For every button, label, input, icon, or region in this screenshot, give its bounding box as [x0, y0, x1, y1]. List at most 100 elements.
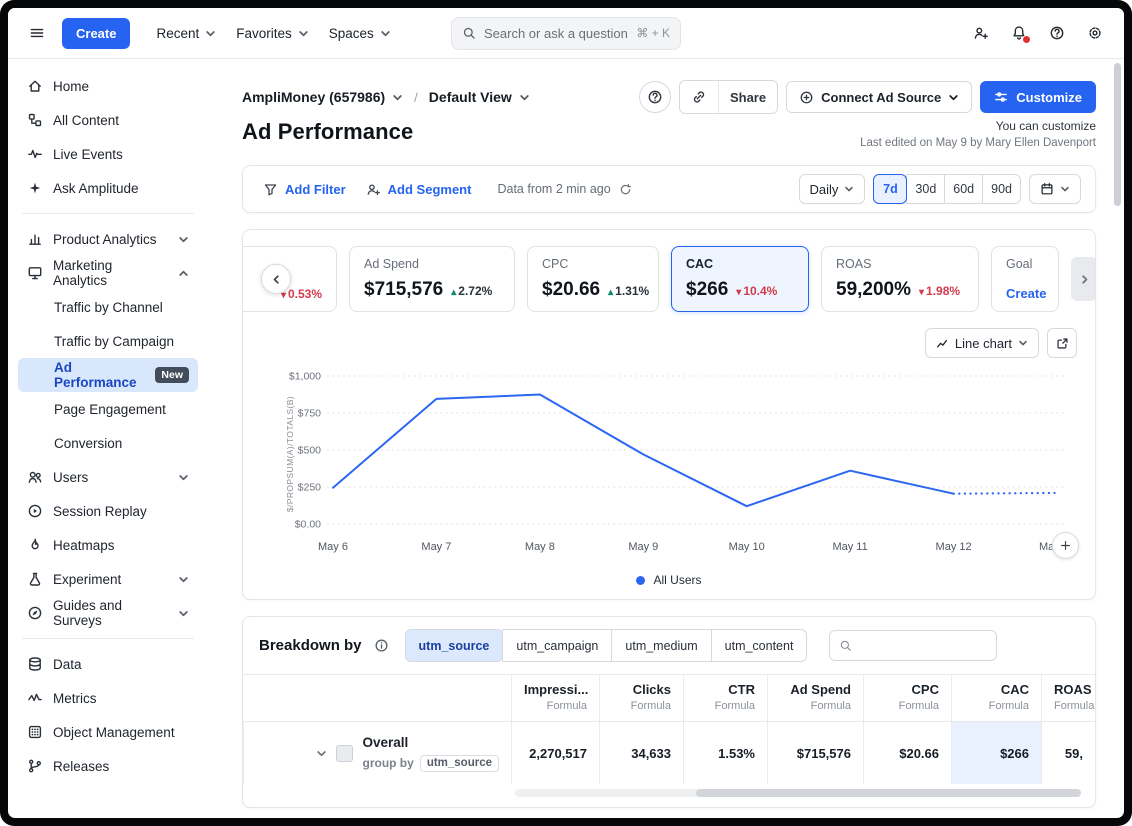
sidebar-item-home[interactable]: Home	[18, 69, 198, 103]
sidebar-item-live-events[interactable]: Live Events	[18, 137, 198, 171]
sidebar-item-guides-and-surveys[interactable]: Guides and Surveys	[18, 596, 198, 630]
table-row-label[interactable]: Overall group by utm_source	[243, 722, 511, 784]
sidebar-item-ad-performance[interactable]: Ad Performance New	[18, 358, 198, 392]
sidebar-item-releases[interactable]: Releases	[18, 749, 198, 783]
menu-favorites[interactable]: Favorites	[226, 20, 319, 47]
help-button[interactable]	[1042, 18, 1072, 48]
sidebar-item-experiment[interactable]: Experiment	[18, 562, 198, 596]
metric-card-goal[interactable]: Goal Create	[991, 246, 1059, 312]
cell-impressions[interactable]: 2,270,517	[511, 722, 599, 784]
metric-card-cac[interactable]: CAC $266 ▾10.4%	[671, 246, 809, 312]
sidebar-item-object-management[interactable]: Object Management	[18, 715, 198, 749]
line-chart[interactable]: $/PROPSUM(A)/TOTALS(B) $1,000 $750 $500 …	[261, 362, 1077, 567]
sidebar-item-product-analytics[interactable]: Product Analytics	[18, 222, 198, 256]
goal-create-link[interactable]: Create	[1006, 286, 1044, 301]
horizontal-scrollbar-thumb[interactable]	[696, 789, 1081, 797]
connect-ad-source-button[interactable]: Connect Ad Source	[786, 81, 972, 113]
customize-hint: You can customize	[860, 119, 1096, 133]
cell-roas[interactable]: 59,	[1041, 722, 1095, 784]
range-60d-button[interactable]: 60d	[944, 174, 983, 204]
sidebar-item-heatmaps[interactable]: Heatmaps	[18, 528, 198, 562]
column-header-clicks[interactable]: ClicksFormula	[599, 675, 683, 722]
sidebar-item-label: Conversion	[54, 436, 122, 451]
range-30d-button[interactable]: 30d	[906, 174, 945, 204]
cell-cac[interactable]: $266	[951, 722, 1041, 784]
column-header-ad-spend[interactable]: Ad SpendFormula	[767, 675, 863, 722]
metric-card-ad-spend[interactable]: Ad Spend $715,576 ▴2.72%	[349, 246, 515, 312]
chevron-up-icon	[178, 268, 189, 279]
global-search-input[interactable]: Search or ask a question ⌘ + K	[451, 17, 681, 50]
sidebar-item-metrics[interactable]: Metrics	[18, 681, 198, 715]
metric-card-cpc[interactable]: CPC $20.66 ▴1.31%	[527, 246, 659, 312]
share-button[interactable]: Share	[719, 81, 777, 113]
horizontal-scrollbar[interactable]	[515, 789, 1081, 797]
share-group: Share	[679, 80, 778, 114]
copy-link-button[interactable]	[680, 81, 718, 113]
menu-recent[interactable]: Recent	[146, 20, 226, 47]
page-help-button[interactable]	[639, 81, 671, 113]
cell-clicks[interactable]: 34,633	[599, 722, 683, 784]
chart-type-select[interactable]: Line chart	[925, 328, 1039, 358]
row-checkbox[interactable]	[336, 745, 353, 762]
tab-utm-medium[interactable]: utm_medium	[611, 629, 711, 662]
breakdown-search[interactable]	[829, 630, 997, 661]
view-selector[interactable]: Default View	[429, 89, 530, 105]
column-header-roas[interactable]: ROASFormula	[1041, 675, 1095, 722]
add-segment-label: Add Segment	[388, 182, 472, 197]
add-segment-button[interactable]: Add Segment	[360, 182, 478, 197]
cards-scroll-right-button[interactable]	[1071, 257, 1096, 301]
invite-user-button[interactable]	[966, 18, 996, 48]
column-header-impressions[interactable]: Impressi...Formula	[511, 675, 599, 722]
calendar-button[interactable]	[1029, 174, 1081, 204]
tab-utm-campaign[interactable]: utm_campaign	[502, 629, 612, 662]
column-header-cpc[interactable]: CPCFormula	[863, 675, 951, 722]
sidebar-item-marketing-analytics[interactable]: Marketing Analytics	[18, 256, 198, 290]
granularity-select[interactable]: Daily	[799, 174, 866, 204]
column-header-cac[interactable]: CACFormula	[951, 675, 1041, 722]
breakdown-title: Breakdown by	[259, 637, 362, 654]
breadcrumb-separator: /	[414, 90, 418, 105]
row-expand-icon[interactable]	[316, 748, 327, 759]
sidebar-item-label: Metrics	[53, 691, 97, 706]
menu-spaces[interactable]: Spaces	[319, 20, 401, 47]
sidebar-item-traffic-by-campaign[interactable]: Traffic by Campaign	[18, 324, 198, 358]
sidebar-item-ask-amplitude[interactable]: Ask Amplitude	[18, 171, 198, 205]
create-button[interactable]: Create	[62, 18, 130, 49]
notifications-button[interactable]	[1004, 18, 1034, 48]
sidebar-item-users[interactable]: Users	[18, 460, 198, 494]
cell-ctr[interactable]: 1.53%	[683, 722, 767, 784]
sidebar-item-traffic-by-channel[interactable]: Traffic by Channel	[18, 290, 198, 324]
sidebar-item-page-engagement[interactable]: Page Engagement	[18, 392, 198, 426]
range-7d-button[interactable]: 7d	[873, 174, 907, 204]
chart-legend[interactable]: All Users	[261, 573, 1077, 587]
add-filter-button[interactable]: Add Filter	[257, 182, 352, 197]
tab-utm-source[interactable]: utm_source	[405, 629, 504, 662]
breakdown-search-input[interactable]	[860, 637, 987, 654]
sidebar-item-session-replay[interactable]: Session Replay	[18, 494, 198, 528]
metric-value: $20.66	[542, 279, 600, 301]
chart-add-button[interactable]	[1052, 532, 1079, 559]
x-tick: May 6	[318, 541, 348, 553]
cell-cpc[interactable]: $20.66	[863, 722, 951, 784]
sidebar-item-data[interactable]: Data	[18, 647, 198, 681]
cards-scroll-left-button[interactable]	[261, 264, 291, 294]
hamburger-menu-button[interactable]	[22, 18, 52, 48]
customize-button[interactable]: Customize	[980, 81, 1096, 113]
project-selector[interactable]: AmpliMoney (657986)	[242, 89, 403, 105]
expand-chart-button[interactable]	[1047, 328, 1077, 358]
column-header-ctr[interactable]: CTRFormula	[683, 675, 767, 722]
range-90d-button[interactable]: 90d	[982, 174, 1021, 204]
cell-ad-spend[interactable]: $715,576	[767, 722, 863, 784]
breakdown-info-button[interactable]	[374, 638, 389, 653]
settings-button[interactable]	[1080, 18, 1110, 48]
vertical-scrollbar[interactable]	[1114, 63, 1121, 206]
group-tag[interactable]: utm_source	[420, 755, 499, 772]
flame-icon	[27, 537, 43, 553]
tab-utm-content[interactable]: utm_content	[711, 629, 808, 662]
sidebar-item-all-content[interactable]: All Content	[18, 103, 198, 137]
chevron-down-icon	[298, 28, 309, 39]
breakdown-panel: Breakdown by utm_source utm_campaign utm…	[242, 616, 1096, 808]
metric-card-roas[interactable]: ROAS 59,200% ▾1.98%	[821, 246, 979, 312]
sidebar-item-conversion[interactable]: Conversion	[18, 426, 198, 460]
refresh-icon[interactable]	[619, 183, 632, 196]
